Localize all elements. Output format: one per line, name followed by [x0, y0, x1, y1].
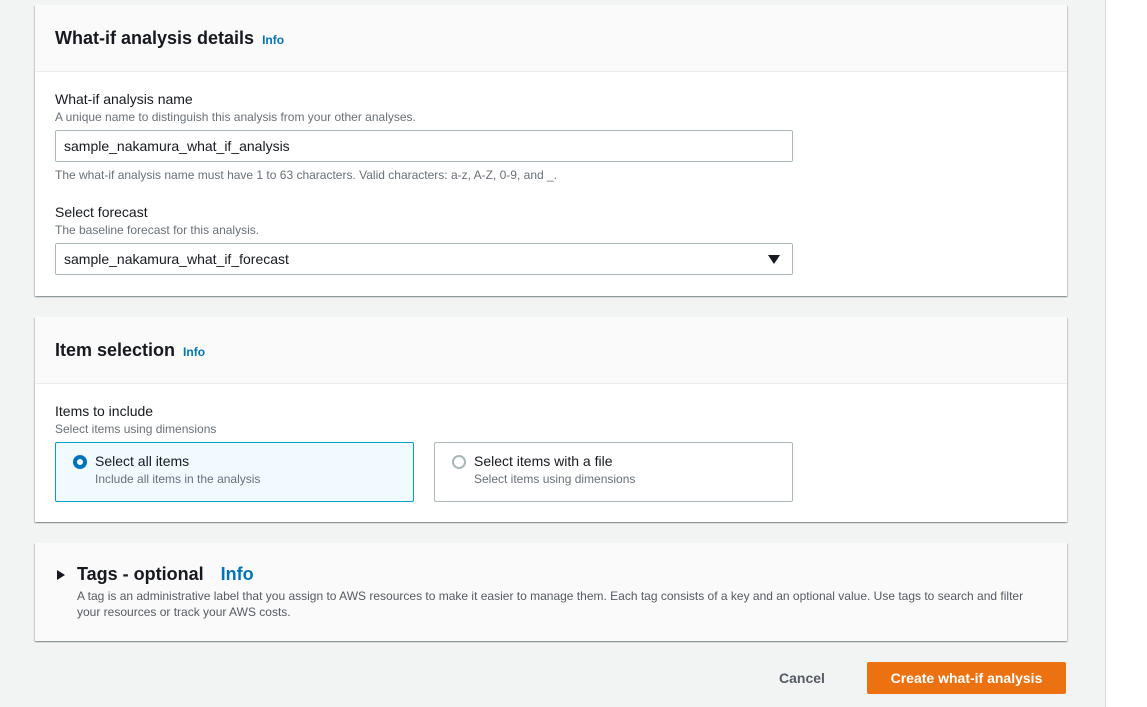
analysis-name-description: A unique name to distinguish this analys… [55, 110, 416, 124]
select-all-items-text: Select all items Include all items in th… [95, 453, 260, 486]
details-panel-body: What-if analysis name A unique name to d… [35, 72, 1067, 275]
tags-title: Tags - optional [77, 564, 204, 584]
tags-info-link[interactable]: Info [221, 564, 254, 585]
item-selection-info-link[interactable]: Info [183, 345, 205, 359]
details-info-link[interactable]: Info [262, 33, 284, 47]
forecast-description: The baseline forecast for this analysis. [55, 223, 260, 237]
item-selection-tiles: Select all items Include all items in th… [55, 442, 1047, 502]
select-items-file-title: Select items with a file [474, 453, 613, 469]
analysis-name-constraint: The what-if analysis name must have 1 to… [55, 168, 558, 182]
item-selection-title: Item selection [55, 339, 176, 360]
select-all-items-title: Select all items [95, 453, 190, 469]
forecast-selected-value: sample_nakamura_what_if_forecast [64, 251, 289, 267]
caret-right-icon[interactable] [57, 569, 65, 580]
item-selection-body: Items to include Select items using dime… [35, 384, 1067, 502]
tags-description: A tag is an administrative label that yo… [77, 589, 1024, 619]
items-to-include-description: Select items using dimensions [55, 422, 217, 436]
analysis-name-input[interactable] [55, 130, 793, 162]
select-items-with-file-tile[interactable]: Select items with a file Select items us… [434, 442, 793, 502]
details-panel-header: What-if analysis details Info [35, 5, 1067, 72]
select-all-items-desc: Include all items in the analysis [95, 472, 261, 486]
select-all-items-tile[interactable]: Select all items Include all items in th… [55, 442, 414, 502]
item-selection-header: Item selection Info [35, 317, 1067, 384]
radio-selected-icon[interactable] [73, 455, 87, 469]
cancel-button[interactable]: Cancel [762, 662, 842, 694]
items-to-include-label: Items to include [55, 403, 154, 419]
right-side-panel [1105, 0, 1147, 707]
what-if-details-panel: What-if analysis details Info What-if an… [35, 5, 1067, 296]
select-items-file-desc: Select items using dimensions [474, 472, 636, 486]
forecast-select[interactable]: sample_nakamura_what_if_forecast [55, 243, 793, 275]
tags-panel: Tags - optional Info A tag is an adminis… [35, 543, 1067, 641]
create-what-if-analysis-button[interactable]: Create what-if analysis [867, 662, 1066, 694]
caret-down-icon [768, 254, 780, 264]
item-selection-panel: Item selection Info Items to include Sel… [35, 317, 1067, 522]
details-panel-title: What-if analysis details [55, 27, 255, 48]
radio-unselected-icon[interactable] [452, 455, 466, 469]
analysis-name-label: What-if analysis name [55, 91, 193, 107]
tags-expand-header[interactable]: Tags - optional Info [35, 543, 1067, 585]
select-items-file-text: Select items with a file Select items us… [474, 453, 635, 486]
forecast-label: Select forecast [55, 204, 148, 220]
